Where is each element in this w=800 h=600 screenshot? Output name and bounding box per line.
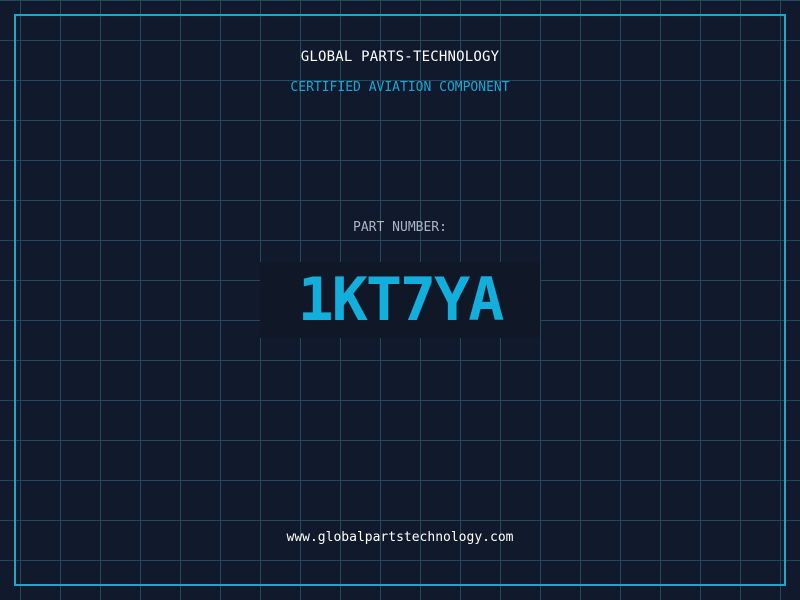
- certification-subtitle: CERTIFIED AVIATION COMPONENT: [290, 80, 510, 95]
- part-number-label: PART NUMBER:: [353, 220, 447, 235]
- part-number-value: 1KT7YA: [297, 265, 505, 335]
- website-url: www.globalpartstechnology.com: [286, 530, 514, 545]
- part-number-box: 1KT7YA: [260, 262, 540, 338]
- company-name: GLOBAL PARTS-TECHNOLOGY: [300, 49, 500, 65]
